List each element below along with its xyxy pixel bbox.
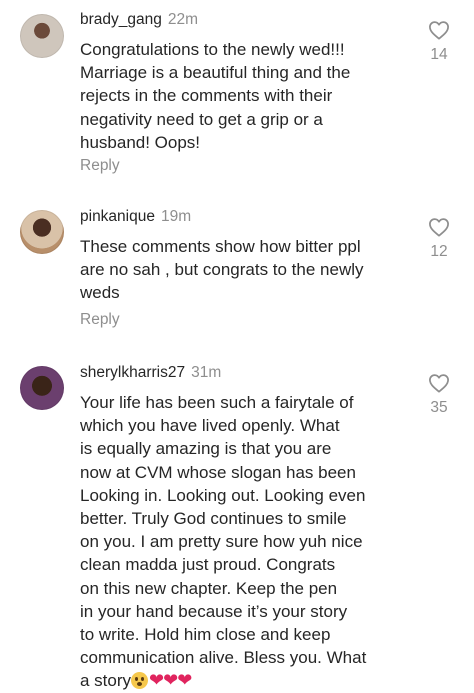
like-count: 14 — [430, 46, 448, 63]
comment-text: These comments show how bitter ppl are n… — [80, 235, 410, 305]
comment-time: 19m — [160, 208, 192, 225]
like-count: 12 — [430, 243, 448, 260]
comment-line: Marriage is a beautiful thing and the — [80, 63, 351, 83]
comment-line: communication alive. Bless you. What — [80, 648, 367, 668]
comment-line: negativity need to get a grip or a — [80, 109, 323, 129]
user-avatar[interactable] — [20, 14, 64, 58]
comment-line: better. Truly God continues to smile — [80, 509, 347, 529]
comment-meta: brady_gang 22m — [80, 11, 198, 29]
comment-line: Your life has been such a fairytale of — [80, 393, 354, 412]
reply-button[interactable]: Reply — [80, 311, 120, 329]
comment-time: 31m — [191, 364, 222, 381]
comment-line: clean madda just proud. Congrats — [80, 555, 336, 575]
comment-line: rejects in the comments with their — [80, 86, 333, 106]
comment-meta: pinkanique 19m — [80, 208, 191, 226]
comment-line: These comments show how bitter ppl — [80, 237, 361, 256]
red-hearts-emoji-icon: ❤❤❤ — [149, 670, 192, 691]
comment-line: which you have lived openly. What — [80, 416, 340, 436]
hushed-face-emoji-icon — [131, 672, 149, 690]
comment-line: on this new chapter. Keep the pen — [80, 578, 338, 598]
comment-line: on you. I am pretty sure how yuh nice — [80, 532, 363, 552]
comment-line: a story — [80, 671, 132, 691]
heart-outline-icon[interactable] — [428, 217, 450, 237]
user-avatar[interactable] — [20, 366, 64, 410]
reply-button[interactable]: Reply — [80, 157, 120, 175]
comment-line: husband! Oops! — [80, 132, 201, 152]
comment-text: Congratulations to the newly wed!!! Marr… — [80, 38, 410, 154]
comment-username[interactable]: brady_gang — [80, 11, 162, 28]
comment-line: to write. Hold him close and keep — [80, 625, 331, 645]
like-control[interactable]: 14 — [424, 20, 454, 64]
like-control[interactable]: 35 — [424, 373, 454, 417]
comment-line: weds — [80, 283, 120, 303]
heart-outline-icon[interactable] — [428, 373, 450, 393]
comment-line: now at CVM whose slogan has been — [80, 462, 356, 482]
comment-line: in your hand because it’s your story — [80, 601, 348, 621]
comment-line-last: a story ❤❤❤ — [80, 669, 410, 692]
comment-username[interactable]: pinkanique — [80, 208, 155, 225]
like-control[interactable]: 12 — [424, 217, 454, 261]
comment-meta: sherylkharris27 31m — [80, 364, 221, 382]
comment-line: are no sah , but congrats to the newly — [80, 260, 364, 280]
like-count: 35 — [430, 399, 448, 416]
comment-line: Congratulations to the newly wed!!! — [80, 40, 345, 59]
heart-outline-icon[interactable] — [428, 20, 450, 40]
user-avatar[interactable] — [20, 210, 64, 254]
comment-line: is equally amazing is that you are — [80, 439, 332, 459]
comment-time: 22m — [167, 11, 199, 28]
comment-text: Your life has been such a fairytale of w… — [80, 391, 410, 693]
comment-line: Looking in. Looking out. Looking even — [80, 485, 366, 505]
comment-username[interactable]: sherylkharris27 — [80, 364, 185, 381]
